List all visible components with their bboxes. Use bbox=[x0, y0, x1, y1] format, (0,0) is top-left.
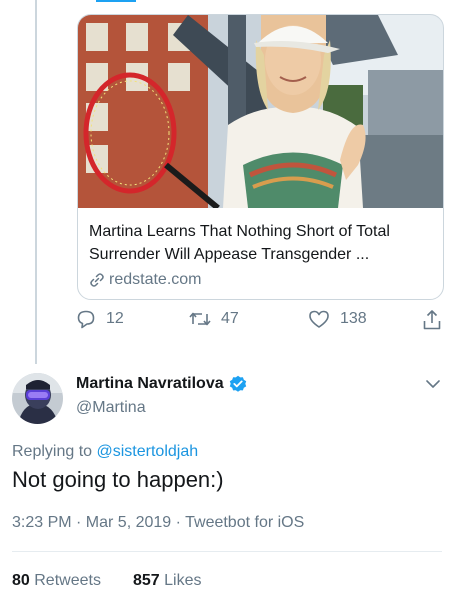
tweet-timestamp[interactable]: 3:23 PM · Mar 5, 2019 · Tweetbot for iOS bbox=[12, 514, 304, 532]
thread-connector-line bbox=[35, 0, 37, 364]
retweet-total: 80 bbox=[12, 572, 30, 589]
like-count: 138 bbox=[340, 310, 367, 327]
previous-tweet-link-fragment bbox=[96, 0, 136, 2]
replying-prefix: Replying to bbox=[12, 443, 93, 460]
verified-badge-icon bbox=[229, 375, 246, 392]
replying-to-mention[interactable]: @sistertoldjah bbox=[97, 443, 199, 460]
reply-button[interactable]: 12 bbox=[76, 309, 124, 329]
retweets-label: Retweets bbox=[34, 572, 101, 589]
share-icon bbox=[423, 310, 441, 330]
retweet-count: 47 bbox=[221, 310, 239, 327]
avatar[interactable] bbox=[12, 373, 63, 424]
card-title[interactable]: Martina Learns That Nothing Short of Tot… bbox=[89, 220, 433, 266]
retweets-stat[interactable]: 80 Retweets bbox=[12, 572, 101, 589]
divider bbox=[12, 551, 442, 552]
replying-to-line: Replying to @sistertoldjah bbox=[12, 443, 198, 461]
user-name-row[interactable]: Martina Navratilova bbox=[76, 375, 247, 393]
like-total: 857 bbox=[132, 572, 160, 589]
card-domain[interactable]: redstate.com bbox=[89, 271, 433, 289]
likes-stat[interactable]: 857 Likes bbox=[133, 572, 202, 589]
tweet-stats: 80 Retweets 857 Likes bbox=[12, 572, 201, 590]
user-handle[interactable]: @Martina bbox=[76, 399, 146, 417]
tweet-text: Not going to happen:) bbox=[12, 467, 224, 492]
reply-count: 12 bbox=[106, 310, 124, 327]
tweet-action-bar: 12 47 138 bbox=[76, 309, 446, 333]
display-name[interactable]: Martina Navratilova bbox=[76, 375, 224, 393]
likes-label: Likes bbox=[164, 572, 202, 589]
like-icon bbox=[309, 310, 329, 328]
link-icon bbox=[90, 273, 104, 287]
share-button[interactable] bbox=[422, 309, 442, 331]
retweet-icon bbox=[189, 312, 211, 326]
retweet-button[interactable]: 47 bbox=[189, 309, 239, 329]
card-image bbox=[78, 15, 443, 208]
like-button[interactable]: 138 bbox=[308, 309, 367, 329]
card-domain-text: redstate.com bbox=[109, 271, 202, 288]
chevron-down-icon[interactable] bbox=[425, 378, 441, 390]
reply-icon bbox=[77, 310, 95, 329]
link-preview-card[interactable]: Martina Learns That Nothing Short of Tot… bbox=[77, 14, 444, 300]
